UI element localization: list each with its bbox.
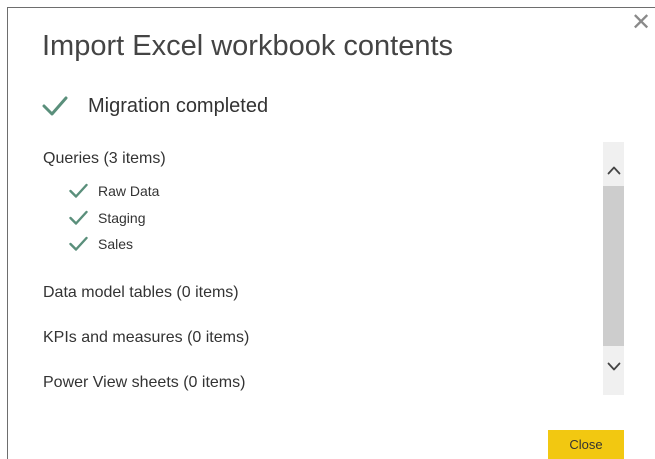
query-label: Raw Data bbox=[98, 183, 160, 199]
chevron-down-icon bbox=[607, 362, 620, 371]
check-icon bbox=[69, 210, 88, 225]
check-icon bbox=[69, 183, 88, 198]
scroll-up-button[interactable] bbox=[603, 150, 624, 190]
check-icon bbox=[42, 96, 68, 116]
power-view-sheets-heading: Power View sheets (0 items) bbox=[43, 374, 246, 391]
query-item: Raw Data bbox=[69, 181, 159, 201]
query-label: Sales bbox=[98, 236, 134, 252]
query-item: Staging bbox=[69, 208, 145, 228]
close-button[interactable]: Close bbox=[548, 430, 624, 459]
query-label: Staging bbox=[98, 210, 146, 226]
check-icon bbox=[69, 236, 88, 251]
scroll-down-button[interactable] bbox=[603, 347, 624, 387]
data-model-tables-heading: Data model tables (0 items) bbox=[43, 284, 239, 301]
scrollbar-thumb[interactable] bbox=[603, 186, 624, 346]
close-icon[interactable]: ✕ bbox=[628, 9, 654, 35]
dialog-title: Import Excel workbook contents bbox=[42, 30, 454, 62]
queries-heading: Queries (3 items) bbox=[43, 150, 166, 167]
import-summary: Queries (3 items) Raw Data Staging Sales… bbox=[43, 148, 593, 398]
query-item: Sales bbox=[69, 234, 133, 254]
status-text: Migration completed bbox=[88, 94, 269, 117]
migration-status: Migration completed bbox=[42, 91, 268, 121]
chevron-up-icon bbox=[607, 166, 620, 175]
vertical-scrollbar[interactable] bbox=[603, 142, 624, 395]
kpis-measures-heading: KPIs and measures (0 items) bbox=[43, 329, 250, 346]
